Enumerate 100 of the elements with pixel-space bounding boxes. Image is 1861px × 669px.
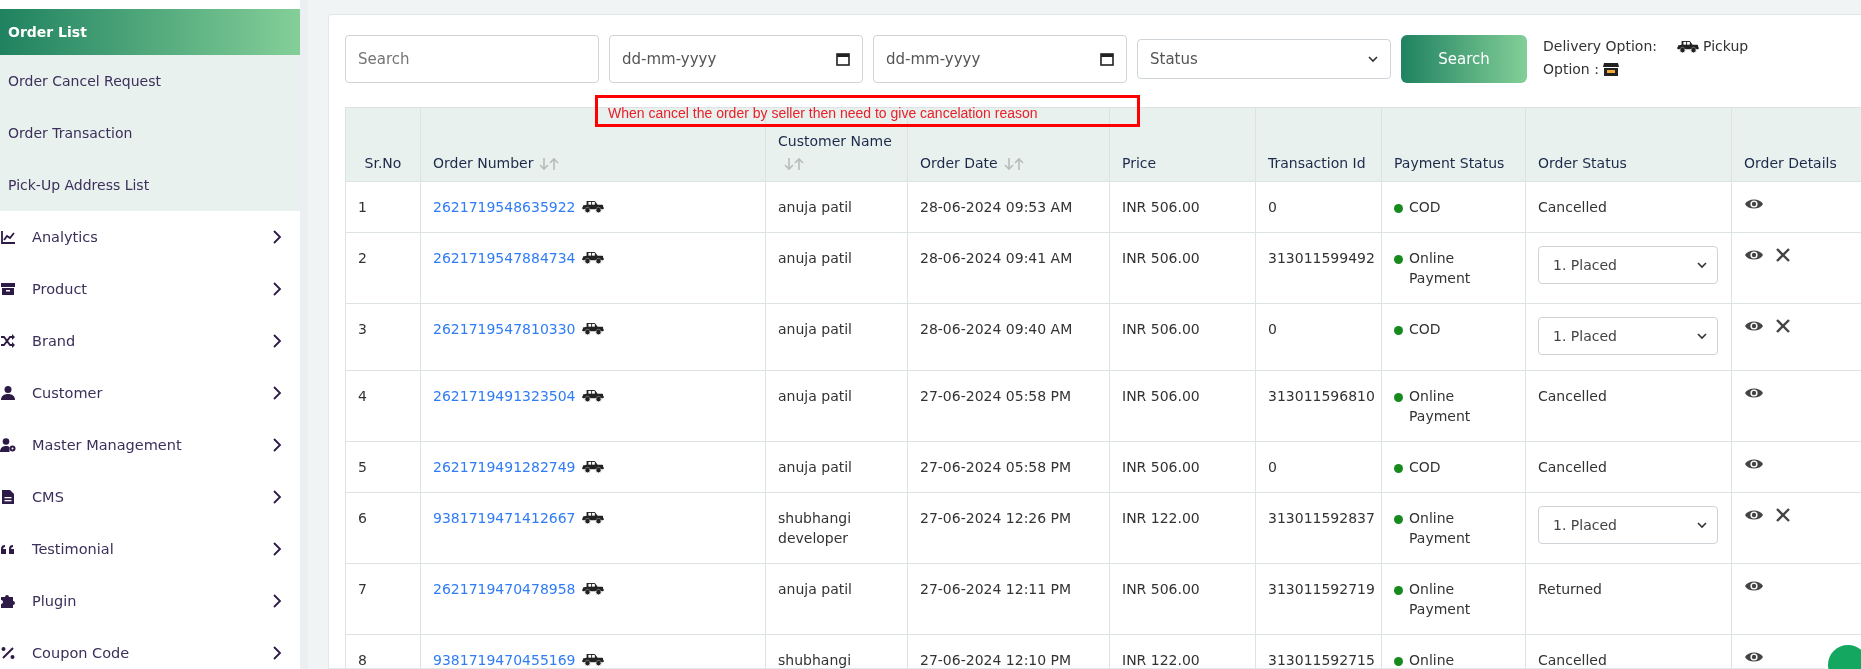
order-number-link[interactable]: 9381719470455169 (433, 652, 576, 668)
chevron-right-icon[interactable] (272, 281, 282, 297)
table-cell: 4 (345, 370, 421, 442)
table-cell: 313011592719 (1255, 563, 1382, 635)
table-cell: INR 506.00 (1109, 232, 1256, 304)
close-icon[interactable] (1776, 508, 1790, 522)
calendar-icon[interactable] (836, 52, 850, 66)
sidebar-item[interactable]: Analytics (32, 229, 272, 245)
order-number-link[interactable]: 2621719491323504 (433, 388, 576, 404)
shuffle-icon (0, 333, 16, 349)
date-field[interactable]: dd-mm-yyyy (609, 35, 863, 83)
chart-line-icon (0, 229, 16, 245)
table-cell: INR 122.00 (1109, 492, 1256, 564)
sidebar-item[interactable]: Brand (32, 333, 272, 349)
view-icon[interactable] (1744, 579, 1764, 593)
truck-icon (581, 250, 604, 265)
payment-status: Online Payment (1409, 387, 1472, 426)
truck-icon (581, 388, 604, 403)
order-number-link[interactable]: 2621719547810330 (433, 321, 576, 337)
sidebar-item[interactable]: Customer (32, 385, 272, 401)
table-cell: 27-06-2024 12:11 PM (907, 563, 1110, 635)
caret-icon[interactable] (1697, 521, 1707, 529)
table-cell: anuja patil (765, 181, 908, 233)
chevron-right-icon[interactable] (272, 229, 282, 245)
table-cell: anuja patil (765, 232, 908, 304)
column-header[interactable]: Customer Name (778, 133, 892, 149)
truck-icon (581, 321, 604, 336)
table-cell: 313011592837 (1255, 492, 1382, 564)
sidebar-item[interactable]: Product (32, 281, 272, 297)
view-icon[interactable] (1744, 248, 1764, 262)
store-icon (1602, 62, 1619, 77)
chevron-right-icon[interactable] (272, 437, 282, 453)
sidebar-subitem[interactable]: Order Transaction (0, 107, 300, 159)
sidebar-subitem[interactable]: Order Cancel Request (0, 55, 300, 107)
table-cell: INR 506.00 (1109, 563, 1256, 635)
chevron-right-icon[interactable] (272, 489, 282, 505)
sidebar-item[interactable]: Testimonial (32, 541, 272, 557)
view-icon[interactable] (1744, 650, 1764, 664)
order-status: Cancelled (1538, 459, 1607, 475)
table-cell: 0 (1255, 181, 1382, 233)
sidebar-subitem[interactable]: Order List (0, 9, 300, 55)
truck-icon (581, 510, 604, 525)
search-field[interactable]: Search (345, 35, 599, 83)
table-cell: 28-06-2024 09:40 AM (907, 303, 1110, 371)
table-cell: 6 (345, 492, 421, 564)
order-number-link[interactable]: 2621719491282749 (433, 459, 576, 475)
view-icon[interactable] (1744, 457, 1764, 471)
column-header: Payment Status (1394, 155, 1505, 171)
order-status-dropdown[interactable]: 1. Placed (1538, 317, 1718, 355)
status-dot (1394, 586, 1403, 595)
legend-label: Pickup (1703, 37, 1749, 56)
table-cell: 313011599492 (1255, 232, 1382, 304)
chevron-right-icon[interactable] (272, 333, 282, 349)
legend-label: Option : (1543, 60, 1599, 79)
status-dot (1394, 255, 1403, 264)
order-number-link[interactable]: 9381719471412667 (433, 510, 576, 526)
column-header[interactable]: Order Number (433, 155, 534, 171)
chevron-right-icon[interactable] (272, 385, 282, 401)
status-dot (1394, 326, 1403, 335)
status-dropdown[interactable]: Status (1137, 39, 1391, 79)
view-icon[interactable] (1744, 319, 1764, 333)
table-cell: 7 (345, 563, 421, 635)
sidebar-item[interactable]: Plugin (32, 593, 272, 609)
date-field[interactable]: dd-mm-yyyy (873, 35, 1127, 83)
caret-icon[interactable] (1697, 261, 1707, 269)
sidebar-item[interactable]: Master Management (32, 437, 272, 453)
table-cell: 1 (345, 181, 421, 233)
caret-icon[interactable] (1368, 55, 1378, 63)
chevron-right-icon[interactable] (272, 645, 282, 661)
puzzle-icon (0, 593, 16, 609)
sidebar-subitem[interactable]: Pick-Up Address List (0, 159, 300, 211)
sidebar-item[interactable]: Coupon Code (32, 645, 272, 661)
table-cell: anuja patil (765, 303, 908, 371)
table-cell: 28-06-2024 09:41 AM (907, 232, 1110, 304)
chevron-right-icon[interactable] (272, 593, 282, 609)
view-icon[interactable] (1744, 508, 1764, 522)
payment-status: COD (1409, 198, 1441, 217)
order-number-link[interactable]: 2621719470478958 (433, 581, 576, 597)
column-header[interactable]: Order Date (920, 155, 998, 171)
order-status-dropdown[interactable]: 1. Placed (1538, 506, 1718, 544)
caret-icon[interactable] (1697, 332, 1707, 340)
payment-status: Online Payment (1409, 249, 1472, 288)
order-number-link[interactable]: 2621719547884734 (433, 250, 576, 266)
status-dot (1394, 393, 1403, 402)
order-status-dropdown[interactable]: 1. Placed (1538, 246, 1718, 284)
truck-icon (581, 581, 604, 596)
column-header: Sr.No (364, 155, 402, 171)
view-icon[interactable] (1744, 386, 1764, 400)
column-header: Order Details (1744, 155, 1837, 171)
order-number-link[interactable]: 2621719548635922 (433, 199, 576, 215)
table-cell: INR 506.00 (1109, 441, 1256, 493)
close-icon[interactable] (1776, 248, 1790, 262)
view-icon[interactable] (1744, 197, 1764, 211)
table-cell: 0 (1255, 441, 1382, 493)
close-icon[interactable] (1776, 319, 1790, 333)
legend-label: Delivery Option: (1543, 37, 1657, 56)
chevron-right-icon[interactable] (272, 541, 282, 557)
payment-status: COD (1409, 458, 1441, 477)
calendar-icon[interactable] (1100, 52, 1114, 66)
sidebar-item[interactable]: CMS (32, 489, 272, 505)
